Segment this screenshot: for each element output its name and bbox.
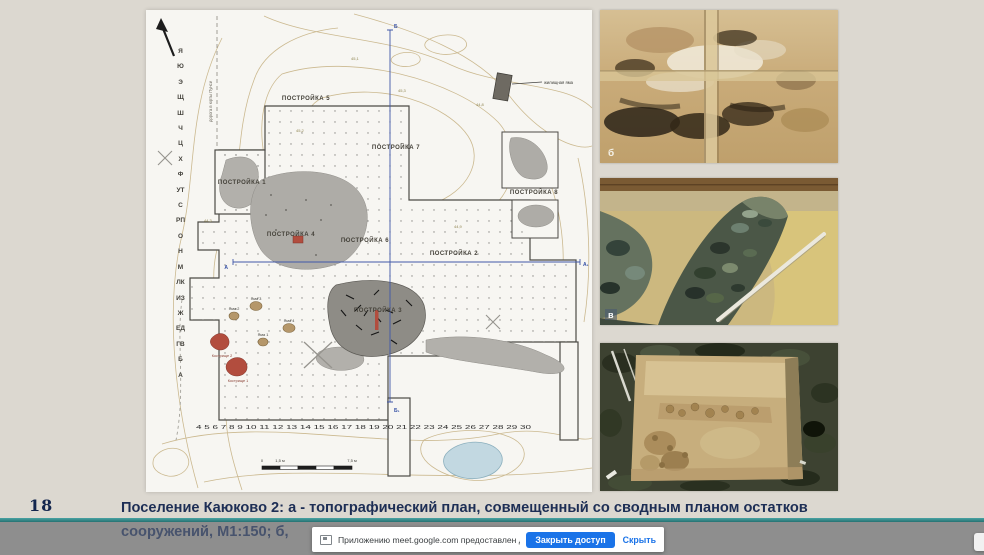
- topographic-map-panel: дорога в юрты Пунси: [146, 10, 592, 492]
- east-trench-strip: [560, 342, 578, 440]
- road-label: дорога в юрты Пунси: [208, 80, 213, 122]
- pit2-label: Яма 2: [229, 307, 240, 311]
- grid-column-numbers: 4 5 6 7 8 9 10 11 12 13 14 15 16 17 18 1…: [196, 425, 531, 431]
- pit1-label: Яма 1: [258, 333, 269, 337]
- page-number: 18: [29, 496, 53, 515]
- excavation-photo-3: [600, 343, 838, 491]
- dwelling-pit-label: жилищная яма: [544, 80, 574, 85]
- hearth2-label: Кострище 2: [212, 354, 233, 358]
- topographic-map: дорога в юрты Пунси: [146, 10, 592, 492]
- screen-share-message: Приложению meet.google.com предоставлен …: [338, 535, 520, 545]
- svg-text:44,3: 44,3: [204, 218, 213, 223]
- excavation-photo-1: б: [600, 10, 838, 163]
- photo2-letter-tag: в: [608, 310, 614, 320]
- structure6-label: ПОСТРОЙКА 6: [341, 236, 389, 244]
- svg-text:45,3: 45,3: [398, 88, 407, 93]
- excavation-photo-2: в: [600, 178, 838, 325]
- structure4-label: ПОСТРОЙКА 4: [267, 230, 315, 238]
- structure7-label: ПОСТРОЙКА 7: [372, 143, 420, 151]
- svg-text:44,9: 44,9: [454, 224, 463, 229]
- structure3-label: ПОСТРОЙКА 3: [354, 306, 402, 314]
- structure2-label: ПОСТРОЙКА 2: [430, 249, 478, 257]
- section-b1-marker: Б₁: [394, 408, 400, 414]
- svg-text:1,5 м: 1,5 м: [275, 458, 285, 463]
- svg-text:7,5 м: 7,5 м: [347, 458, 357, 463]
- hide-banner-link[interactable]: Скрыть: [623, 535, 656, 545]
- structure5-label: ПОСТРОЙКА 5: [282, 94, 330, 102]
- pit4-label: Яма 4: [284, 319, 295, 323]
- svg-text:45,2: 45,2: [296, 128, 305, 133]
- section-b-marker: Б: [394, 24, 398, 30]
- stop-sharing-button[interactable]: Закрыть доступ: [526, 532, 614, 548]
- popup-corner-fragment: [974, 533, 984, 551]
- slide-caption-line2: сооружений, М1:150; б,: [121, 524, 289, 540]
- presentation-slide: 18: [0, 0, 984, 518]
- hearth1-label: Кострище 1: [228, 379, 249, 383]
- structure1-label: ПОСТРОЙКА 1: [218, 178, 266, 186]
- svg-text:45,1: 45,1: [351, 56, 360, 61]
- photo1-letter-tag: б: [608, 147, 614, 159]
- screen-share-icon: [320, 535, 332, 545]
- pit3-label: Яма 3: [251, 297, 262, 301]
- slide-caption-line1: Поселение Каюково 2: а - топографический…: [121, 500, 808, 516]
- structure8-label: ПОСТРОЙКА 8: [510, 188, 558, 196]
- section-a1-marker: А₁: [583, 262, 589, 268]
- map-grid-row-letters: ЯЮЭЩШЧЦХФУТСРПОНМЛКИЗЖЕДГВБА: [176, 44, 185, 383]
- svg-text:44,8: 44,8: [476, 102, 485, 107]
- section-a-marker: А: [224, 265, 228, 271]
- screen-share-banner: Приложению meet.google.com предоставлен …: [312, 527, 664, 552]
